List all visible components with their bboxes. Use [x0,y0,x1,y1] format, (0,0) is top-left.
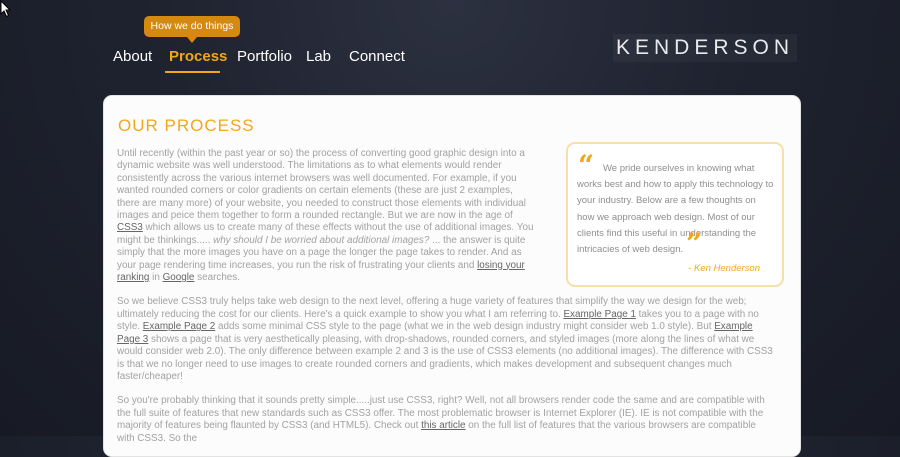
content-panel: OUR PROCESS Until recently (within the p… [104,96,800,456]
example-page-2-link[interactable]: Example Page 2 [143,321,215,332]
paragraph-examples: So we believe CSS3 truly helps take web … [117,296,775,383]
quote-box: “ We pride ourselves in knowing what wor… [566,142,784,287]
paragraph-text: shows a page that is very aesthetically … [117,333,773,382]
nav-connect[interactable]: Connect [349,48,405,65]
nav-active-underline [165,71,220,73]
mouse-cursor-icon [0,0,12,18]
quote-body: We pride ourselves in knowing what works… [577,163,774,256]
paragraph-text: adds some minimal CSS style to the page … [215,321,715,333]
nav-tooltip: How we do things [144,16,240,43]
example-page-1-link[interactable]: Example Page 1 [563,309,635,320]
paragraph-emphasis: why should I be worried about additional… [213,234,430,246]
nav-about[interactable]: About [113,48,152,65]
paragraph-text: in [149,272,163,284]
this-article-link[interactable]: this article [421,420,465,431]
nav-portfolio[interactable]: Portfolio [237,48,292,65]
google-link[interactable]: Google [163,272,195,283]
close-quote-icon: ” [686,227,703,260]
quote-text: We pride ourselves in knowing what works… [577,161,775,258]
page-title: OUR PROCESS [118,116,255,135]
paragraph-text: Until recently (within the past year or … [117,148,526,222]
paragraph-text: searches. [194,272,240,284]
paragraph-intro: Until recently (within the past year or … [117,148,537,284]
nav-lab[interactable]: Lab [306,48,331,65]
article-body: Until recently (within the past year or … [117,148,773,457]
css3-link[interactable]: CSS3 [117,222,143,233]
quote-author: - Ken Henderson [688,263,760,274]
nav-process[interactable]: Process [169,48,227,65]
paragraph-browsers: So you're probably thinking that it soun… [117,395,775,445]
site-logo[interactable]: KENDERSON [613,34,797,62]
